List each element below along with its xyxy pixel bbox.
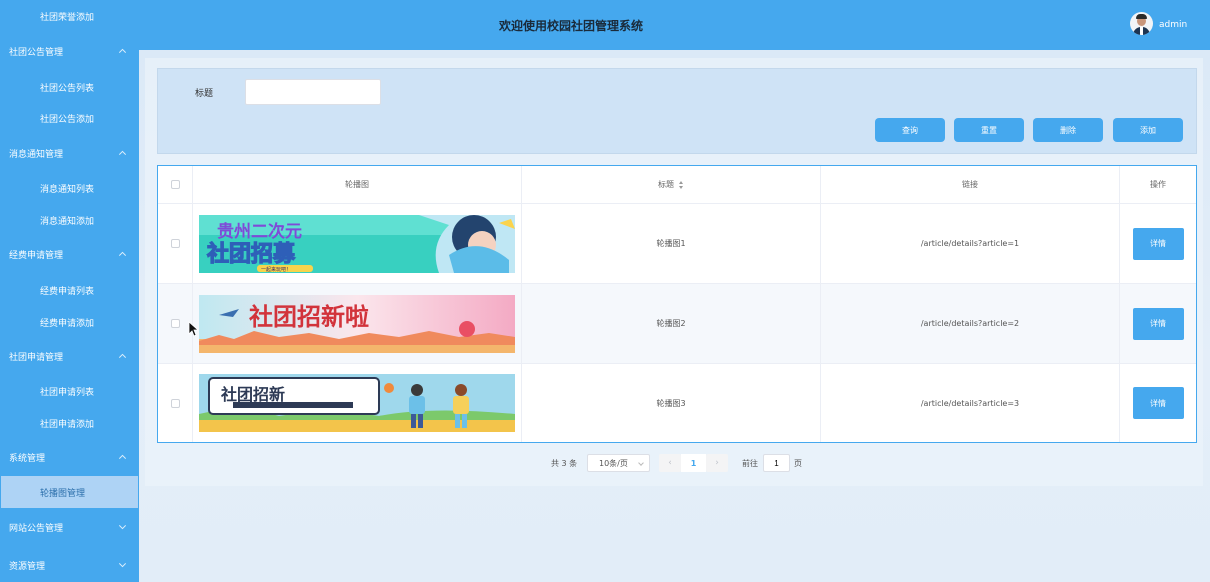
pagination-total: 共 3 条 (551, 459, 578, 468)
sidebar-group-funding[interactable]: 经费申请管理 (0, 238, 139, 270)
sort-icon[interactable] (679, 180, 684, 189)
chevron-up-icon (118, 48, 127, 56)
sidebar-group-label: 资源管理 (9, 561, 46, 572)
detail-button[interactable]: 详情 (1132, 307, 1184, 340)
link-cell: /article/details?article=1 (821, 204, 1120, 283)
page-title: 欢迎使用校园社团管理系统 (499, 19, 644, 33)
sidebar-group-resource[interactable]: 资源管理 (0, 549, 139, 581)
row-checkbox[interactable] (170, 398, 180, 408)
sidebar-item-club-notice-add[interactable]: 社团公告添加 (0, 102, 139, 134)
banner-1-tag: 一起来玩吧！ (261, 267, 291, 273)
column-header-image: 轮播图 (193, 166, 522, 203)
chevron-up-icon (118, 353, 127, 361)
detail-button[interactable]: 详情 (1132, 387, 1184, 419)
sidebar-group-message[interactable]: 消息通知管理 (0, 137, 139, 169)
table-row: 社团招新 轮播图3 /article/details?article=3 详情 (158, 364, 1196, 442)
reset-button[interactable]: 重置 (954, 118, 1024, 142)
sidebar-item-funding-add[interactable]: 经费申请添加 (0, 306, 139, 338)
sidebar-group-label: 网站公告管理 (9, 523, 64, 534)
next-page-button[interactable]: › (706, 454, 728, 472)
header: 欢迎使用校园社团管理系统 admin (139, 0, 1210, 50)
sidebar-group-label: 社团公告管理 (9, 47, 64, 58)
sidebar-item-message-list[interactable]: 消息通知列表 (0, 172, 139, 204)
banner-1-subtitle: 社团招募 (207, 241, 296, 267)
page-size-select[interactable]: 10条/页 (587, 454, 650, 472)
detail-button[interactable]: 详情 (1132, 227, 1184, 260)
column-header-title[interactable]: 标题 (522, 166, 821, 203)
banner-2-title: 社团招新啦 (249, 303, 369, 331)
chevron-right-icon: › (715, 458, 719, 468)
banner-3-title: 社团招新 (220, 385, 285, 404)
row-checkbox[interactable] (170, 239, 180, 248)
mouse-cursor-icon (188, 321, 198, 337)
sidebar-item-carousel[interactable]: 轮播图管理 (1, 476, 138, 508)
goto-page-input[interactable] (763, 454, 790, 472)
chevron-down-icon (638, 460, 644, 466)
chevron-left-icon: ‹ (668, 458, 672, 468)
title-cell: 轮播图2 (522, 284, 821, 363)
username[interactable]: admin (1159, 20, 1187, 30)
page-number-current[interactable]: 1 (681, 454, 706, 472)
banner-1-title: 贵州二次元 (217, 221, 302, 242)
column-header-title-label: 标题 (658, 180, 674, 189)
carousel-image: 社团招新 (199, 374, 515, 432)
sidebar-item-club-notice-list[interactable]: 社团公告列表 (0, 71, 139, 103)
query-button[interactable]: 查询 (875, 118, 945, 142)
page-size-value: 10条/页 (599, 458, 628, 468)
carousel-image: 社团招新啦 (199, 294, 515, 353)
carousel-image: 贵州二次元 社团招募 一起来玩吧！ (199, 214, 515, 273)
sidebar: 社团荣誉添加 社团公告管理 社团公告列表 社团公告添加 消息通知管理 消息通知列… (0, 0, 139, 582)
title-cell: 轮播图3 (522, 364, 821, 442)
chevron-up-icon (118, 150, 127, 158)
link-cell: /article/details?article=2 (821, 284, 1120, 363)
sidebar-group-site-notice[interactable]: 网站公告管理 (0, 511, 139, 543)
delete-button[interactable]: 删除 (1033, 118, 1103, 142)
avatar[interactable] (1130, 12, 1153, 35)
chevron-up-icon (118, 251, 127, 259)
sidebar-item-funding-list[interactable]: 经费申请列表 (0, 274, 139, 306)
carousel-table: 轮播图 标题 链接 操作 贵州二次元 社团招募 一起来玩吧！ 轮播图1 /art… (157, 165, 1197, 443)
sidebar-group-label: 社团申请管理 (9, 352, 64, 363)
sidebar-item-message-add[interactable]: 消息通知添加 (0, 204, 139, 236)
search-label: 标题 (195, 89, 214, 99)
sidebar-group-club-application[interactable]: 社团申请管理 (0, 340, 139, 372)
search-panel: 标题 查询 重置 删除 添加 (157, 68, 1197, 154)
title-search-input[interactable] (245, 79, 381, 105)
table-row: 贵州二次元 社团招募 一起来玩吧！ 轮播图1 /article/details?… (158, 204, 1196, 284)
add-button[interactable]: 添加 (1113, 118, 1183, 142)
column-header-actions: 操作 (1150, 180, 1166, 189)
link-cell: /article/details?article=3 (821, 364, 1120, 442)
table-header-row: 轮播图 标题 链接 操作 (158, 166, 1196, 204)
pagination: 共 3 条 10条/页 ‹ 1 › 前往 页 (0, 454, 1210, 472)
column-header-link: 链接 (821, 166, 1120, 203)
sidebar-group-club-notice[interactable]: 社团公告管理 (0, 35, 139, 67)
sidebar-item-club-application-add[interactable]: 社团申请添加 (0, 407, 139, 439)
title-cell: 轮播图1 (522, 204, 821, 283)
select-all-checkbox[interactable] (170, 180, 180, 189)
chevron-down-icon (118, 560, 127, 568)
goto-page-suffix: 页 (794, 459, 802, 468)
sidebar-item-club-application-list[interactable]: 社团申请列表 (0, 375, 139, 407)
sidebar-item-club-honor-add[interactable]: 社团荣誉添加 (0, 0, 139, 32)
table-row: 社团招新啦 轮播图2 /article/details?article=2 详情 (158, 284, 1196, 364)
sidebar-group-label: 消息通知管理 (9, 149, 64, 160)
prev-page-button[interactable]: ‹ (659, 454, 681, 472)
goto-label: 前往 (742, 459, 758, 468)
chevron-down-icon (118, 522, 127, 530)
sidebar-group-label: 经费申请管理 (9, 250, 64, 261)
row-checkbox[interactable] (170, 319, 180, 328)
